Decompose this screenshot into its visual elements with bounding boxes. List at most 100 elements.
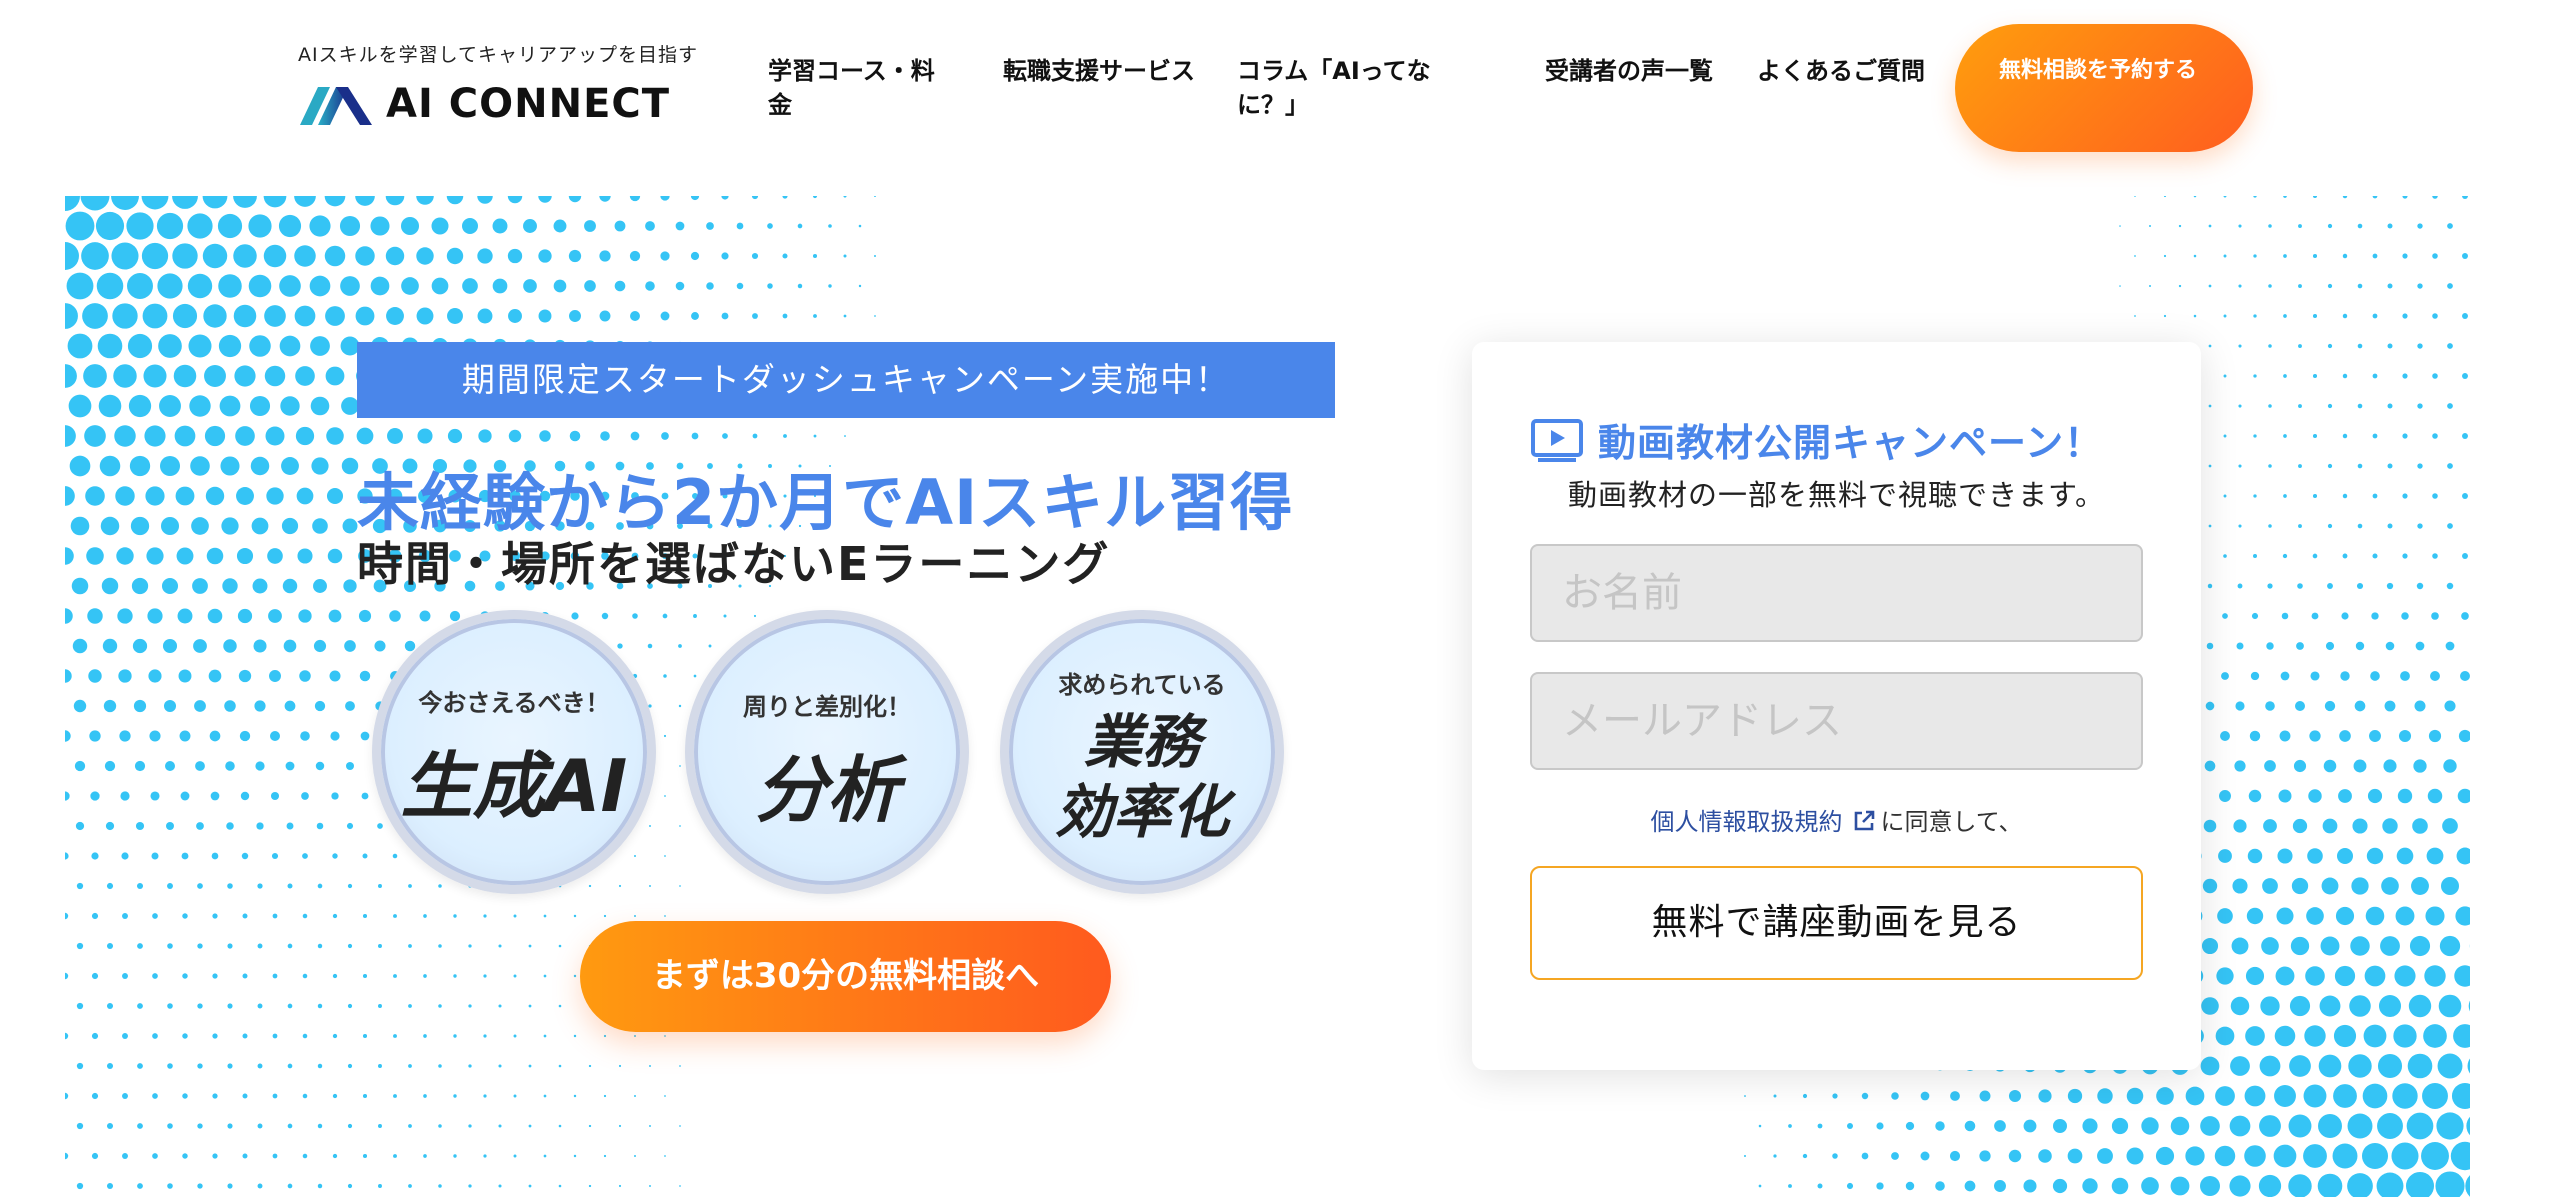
halftone-dot — [483, 974, 487, 978]
halftone-dot — [235, 426, 255, 446]
halftone-dot — [2348, 1054, 2372, 1078]
halftone-dot — [193, 639, 207, 653]
halftone-dot — [2111, 1177, 2129, 1195]
halftone-dot — [263, 196, 287, 208]
halftone-dot — [498, 1064, 502, 1068]
halftone-dot — [192, 578, 208, 594]
halftone-dot — [167, 943, 173, 949]
halftone-dot — [297, 548, 313, 564]
badge-title-line1: 業務 — [1083, 708, 1200, 776]
halftone-dot — [2067, 1148, 2083, 1164]
halftone-dot — [2444, 700, 2456, 712]
halftone-dot — [679, 1185, 681, 1187]
halftone-dot — [238, 669, 252, 683]
halftone-dot — [236, 547, 254, 565]
halftone-dot — [649, 1125, 651, 1127]
halftone-dot — [2208, 464, 2212, 468]
halftone-dot — [2395, 906, 2415, 926]
halftone-dot — [664, 1035, 666, 1037]
halftone-dot — [2200, 1116, 2220, 1136]
halftone-dot — [284, 700, 296, 712]
halftone-dot — [176, 547, 194, 565]
halftone-dot — [225, 761, 235, 771]
privacy-policy-link[interactable]: 個人情報取扱規約 — [1650, 808, 1880, 836]
halftone-dot — [416, 196, 434, 205]
halftone-dot — [104, 760, 116, 772]
halftone-dot — [249, 335, 271, 357]
halftone-dot — [419, 610, 431, 622]
halftone-dot — [227, 1183, 233, 1189]
book-consultation-button[interactable]: 無料相談を予約する — [1955, 24, 2253, 152]
halftone-dot — [2008, 1149, 2022, 1163]
halftone-dot — [600, 431, 610, 441]
halftone-dot — [1788, 1184, 1792, 1188]
halftone-dot — [2260, 996, 2280, 1016]
halftone-dot — [2332, 1143, 2358, 1169]
free-consultation-button[interactable]: まずは30分の無料相談へ — [580, 921, 1111, 1032]
halftone-dot — [204, 365, 226, 387]
halftone-dot — [2230, 996, 2250, 1016]
halftone-dot — [1979, 1090, 1991, 1102]
halftone-dot — [264, 305, 286, 327]
nav-faq[interactable]: よくあるご質問 — [1757, 54, 1937, 88]
halftone-dot — [2380, 936, 2400, 956]
badge-title-line2: 効率化 — [1054, 778, 1229, 846]
halftone-dot — [91, 1092, 99, 1100]
halftone-dot — [2245, 1026, 2265, 1046]
halftone-dot — [843, 314, 847, 318]
halftone-dot — [167, 1063, 173, 1069]
halftone-dot — [2431, 612, 2439, 620]
halftone-dot — [2447, 223, 2453, 229]
halftone-dot — [2230, 1056, 2250, 1076]
badge-analysis: 周りと差別化！ 分析 — [685, 610, 969, 894]
halftone-dot — [202, 243, 228, 269]
nav-column[interactable]: コラム「AIってなに？」 — [1237, 54, 1467, 122]
halftone-dot — [2253, 494, 2257, 498]
halftone-dot — [660, 311, 670, 321]
halftone-dot — [573, 1154, 577, 1158]
halftone-dot — [106, 1002, 114, 1010]
halftone-dot — [693, 674, 697, 678]
halftone-dot — [378, 1184, 382, 1188]
halftone-dot — [2394, 965, 2416, 987]
halftone-dot — [2219, 790, 2231, 802]
halftone-dot — [417, 428, 433, 444]
halftone-dot — [160, 516, 180, 536]
halftone-dot — [2408, 994, 2432, 1018]
halftone-dot — [691, 432, 699, 440]
halftone-dot — [569, 430, 581, 442]
halftone-dot — [1891, 1152, 1899, 1160]
video-signup-card: 動画教材公開キャンペーン！ 動画教材の一部を無料で視聴できます。 個人情報取扱規… — [1472, 342, 2201, 1070]
nav-career-support[interactable]: 転職支援サービス — [1003, 54, 1203, 88]
halftone-dot — [141, 242, 169, 270]
halftone-dot — [283, 639, 297, 653]
halftone-dot — [2396, 847, 2414, 865]
halftone-dot — [558, 1004, 562, 1008]
nav-courses-pricing[interactable]: 学習コース・料金 — [768, 54, 958, 122]
halftone-dot — [133, 699, 147, 713]
halftone-dot — [664, 855, 666, 857]
logo[interactable]: AIスキルを学習してキャリアアップを目指す AI CONNECT — [298, 40, 698, 127]
halftone-dot — [358, 609, 372, 623]
halftone-dot — [65, 486, 75, 506]
halftone-dot — [142, 303, 168, 329]
halftone-dot — [2304, 1025, 2326, 1047]
halftone-dot — [2208, 344, 2212, 348]
halftone-dot — [182, 1093, 188, 1099]
name-field[interactable] — [1530, 544, 2143, 642]
halftone-dot — [281, 457, 299, 475]
watch-video-submit-button[interactable]: 無料で講座動画を見る — [1530, 866, 2143, 980]
halftone-dot — [95, 211, 125, 241]
halftone-dot — [752, 313, 758, 319]
halftone-dot — [543, 1094, 547, 1098]
halftone-dot — [2205, 701, 2215, 711]
halftone-dot — [331, 792, 339, 800]
nav-testimonials[interactable]: 受講者の声一覧 — [1545, 54, 1725, 88]
email-field[interactable] — [1530, 672, 2143, 770]
privacy-policy-link-label: 個人情報取扱規約 — [1650, 808, 1843, 836]
halftone-dot — [330, 731, 340, 741]
halftone-dot — [539, 430, 551, 442]
halftone-dot — [242, 1153, 248, 1159]
halftone-dot — [618, 1064, 622, 1068]
halftone-dot — [2245, 966, 2265, 986]
